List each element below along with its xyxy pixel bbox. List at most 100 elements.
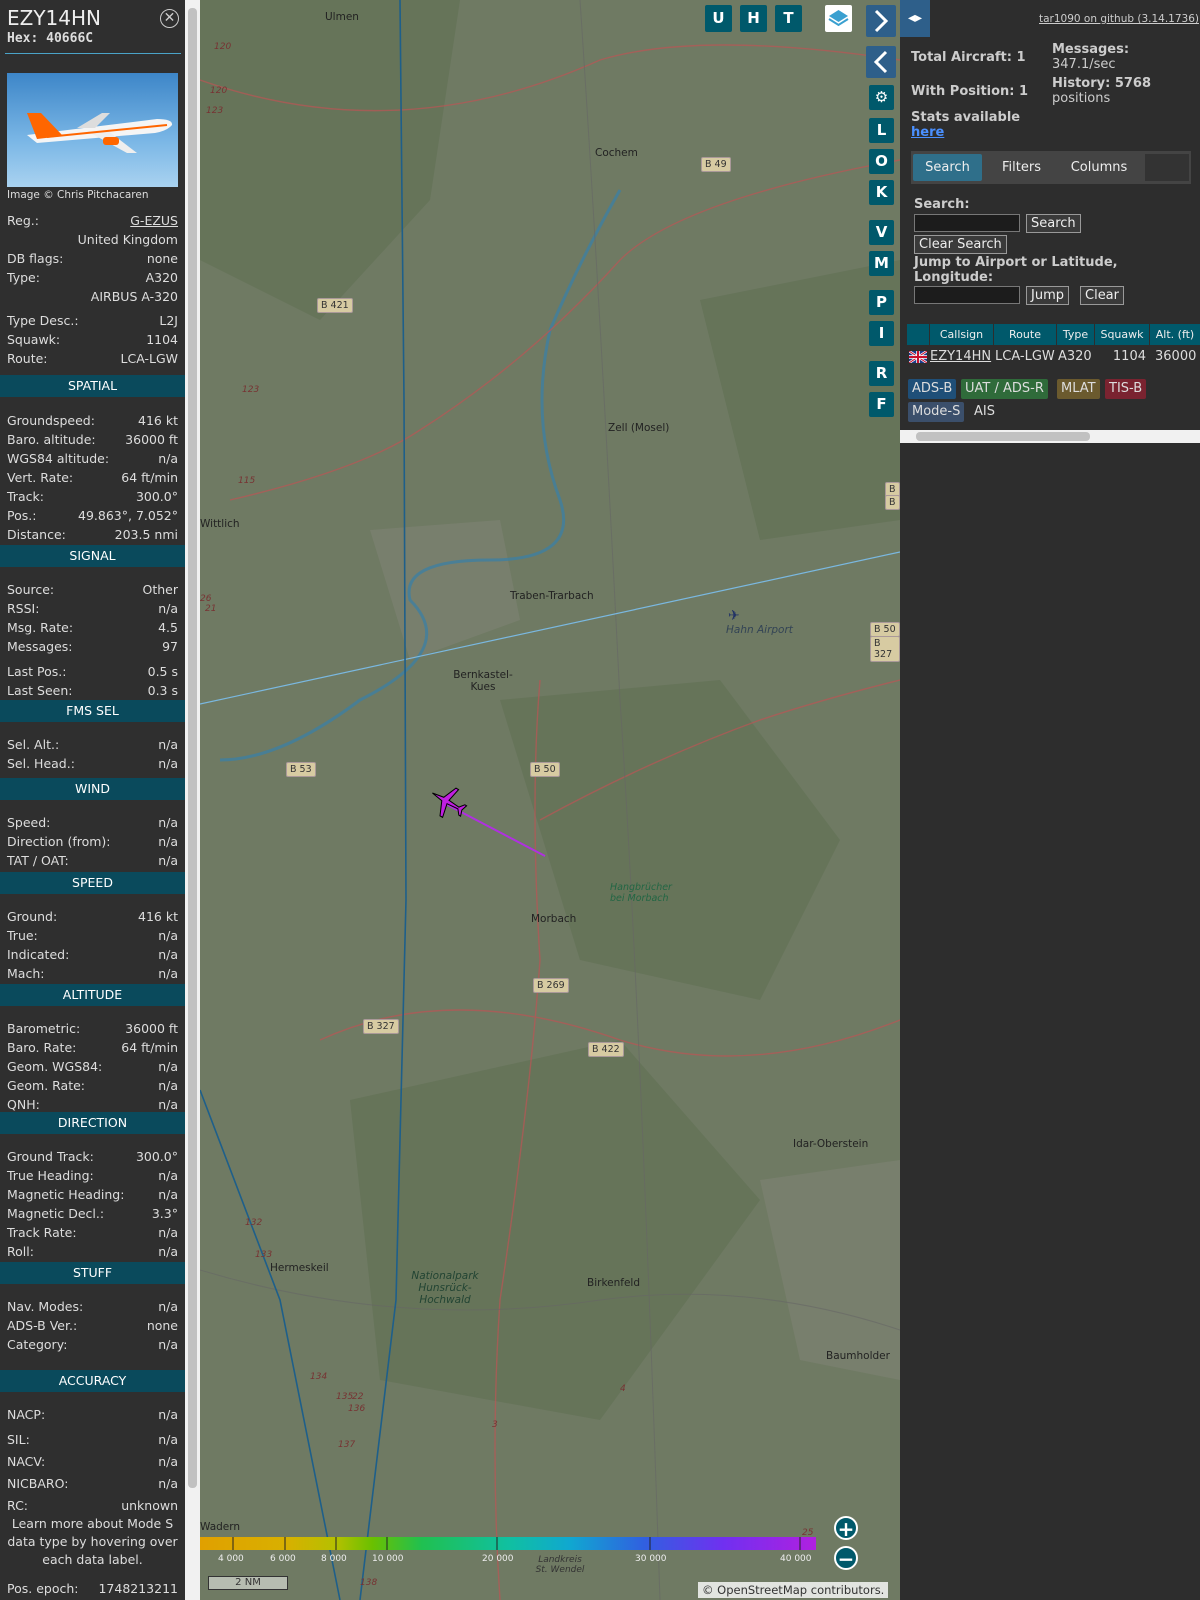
aircraft-icon[interactable] xyxy=(428,782,468,822)
tab-blank xyxy=(1145,154,1189,181)
side-button-r[interactable]: R xyxy=(869,361,894,386)
row-altitude: 36000 xyxy=(1155,349,1197,364)
info-value: 416 kt xyxy=(138,909,178,924)
pos-epoch-label: Pos. epoch: xyxy=(7,1581,79,1596)
info-scrollbar[interactable] xyxy=(185,0,200,1600)
tab-search[interactable]: Search xyxy=(913,154,982,181)
layer-button-h[interactable]: H xyxy=(740,5,767,32)
side-button-i[interactable]: I xyxy=(869,321,894,346)
info-row: RC: unknown xyxy=(7,1498,178,1516)
aircraft-photo[interactable] xyxy=(7,73,178,187)
info-key: Nav. Modes: xyxy=(7,1299,84,1314)
tab-filters[interactable]: Filters xyxy=(988,154,1055,181)
jump-button[interactable]: Jump xyxy=(1026,286,1069,305)
layer-button-u[interactable]: U xyxy=(705,5,732,32)
place-label: Hermeskeil xyxy=(270,1262,329,1274)
settings-gear-icon[interactable]: ⚙ xyxy=(869,85,894,110)
road-number: 21 xyxy=(205,604,217,614)
road-number: 123 xyxy=(242,385,260,395)
column-header-route[interactable]: Route xyxy=(994,324,1056,345)
info-key: Source: xyxy=(7,582,55,597)
info-key: WGS84 altitude: xyxy=(7,451,110,466)
close-icon[interactable]: ✕ xyxy=(160,9,179,28)
info-key: True: xyxy=(7,928,38,943)
toggle-sidebar-icon[interactable]: ◂▸ xyxy=(900,0,930,37)
side-button-k[interactable]: K xyxy=(869,180,894,205)
column-header-flag[interactable] xyxy=(907,324,929,345)
column-header-type[interactable]: Type xyxy=(1057,324,1094,345)
info-row: Type: A320 xyxy=(7,270,178,288)
source-chip-uat: UAT / ADS-R xyxy=(961,379,1048,399)
expand-right-icon[interactable] xyxy=(866,5,896,37)
info-value: n/a xyxy=(158,1078,178,1093)
place-label: Hangbrücher bei Morbach xyxy=(610,882,672,904)
zoom-in-button[interactable]: + xyxy=(834,1516,858,1540)
info-key: Last Seen: xyxy=(7,683,73,698)
info-row: Track Rate: n/a xyxy=(7,1225,178,1243)
info-key: TAT / OAT: xyxy=(7,853,69,868)
table-scroll-thumb[interactable] xyxy=(916,432,1090,441)
info-value: LCA-LGW xyxy=(120,351,179,366)
row-callsign[interactable]: EZY14HN xyxy=(930,349,991,364)
side-button-p[interactable]: P xyxy=(869,290,894,315)
search-button[interactable]: Search xyxy=(1026,214,1081,233)
info-value: 1104 xyxy=(146,332,178,347)
road-number: 138 xyxy=(360,1578,378,1588)
info-row: Squawk: 1104 xyxy=(7,332,178,350)
info-row: Route: LCA-LGW xyxy=(7,351,178,369)
clear-search-button[interactable]: Clear Search xyxy=(914,235,1007,254)
layer-button-t[interactable]: T xyxy=(775,5,802,32)
tab-columns[interactable]: Columns xyxy=(1059,154,1139,181)
info-value: n/a xyxy=(158,1432,178,1447)
column-header-altitude[interactable]: Alt. (ft) xyxy=(1150,324,1200,345)
info-value: n/a xyxy=(158,1244,178,1259)
info-key: Barometric: xyxy=(7,1021,81,1036)
map-attribution: © OpenStreetMap contributors. xyxy=(698,1582,889,1598)
side-button-f[interactable]: F xyxy=(869,392,894,417)
info-key: Reg.: xyxy=(7,213,39,228)
road-number: 133 xyxy=(255,1250,273,1260)
clear-jump-button[interactable]: Clear xyxy=(1080,286,1124,305)
jump-input[interactable] xyxy=(914,286,1020,304)
column-header-callsign[interactable]: Callsign xyxy=(930,324,993,345)
table-horizontal-scrollbar[interactable] xyxy=(900,430,1200,443)
info-key: Type Desc.: xyxy=(7,313,79,328)
info-row: Pos.: 49.863°, 7.052° xyxy=(7,508,178,526)
info-row: Vert. Rate: 64 ft/min xyxy=(7,470,178,488)
github-link[interactable]: tar1090 on github (3.14.1736) xyxy=(1039,13,1199,25)
column-header-squawk[interactable]: Squawk xyxy=(1095,324,1149,345)
road-number: 3 xyxy=(492,1420,498,1430)
place-label: Bernkastel-Kues xyxy=(453,669,513,693)
panel-tabs: Search Filters Columns xyxy=(911,151,1191,184)
side-button-m[interactable]: M xyxy=(869,251,894,276)
total-aircraft: Total Aircraft: 1 xyxy=(911,50,1026,65)
attribution-osm-link[interactable]: © OpenStreetMap xyxy=(702,1583,807,1597)
info-key: Track Rate: xyxy=(7,1225,77,1240)
info-scrollbar-thumb[interactable] xyxy=(188,8,197,1488)
side-button-v[interactable]: V xyxy=(869,220,894,245)
info-row: NACP: n/a xyxy=(7,1407,178,1425)
altitude-scale-label: 10 000 xyxy=(372,1554,404,1564)
info-key: Pos.: xyxy=(7,508,37,523)
source-chip-mlat: MLAT xyxy=(1057,379,1100,399)
stats-link[interactable]: here xyxy=(911,125,944,140)
search-input[interactable] xyxy=(914,214,1020,232)
info-key: Vert. Rate: xyxy=(7,470,74,485)
side-button-l[interactable]: L xyxy=(869,118,894,143)
info-value[interactable]: G-EZUS xyxy=(130,213,178,231)
info-row: Sel. Head.: n/a xyxy=(7,756,178,774)
place-label: Landkreis St. Wendel xyxy=(535,1555,585,1575)
info-key: Groundspeed: xyxy=(7,413,95,428)
layers-icon[interactable] xyxy=(825,5,852,32)
info-value: n/a xyxy=(158,1299,178,1314)
side-button-o[interactable]: O xyxy=(869,149,894,174)
collapse-left-icon[interactable] xyxy=(866,46,896,78)
info-key: Baro. Rate: xyxy=(7,1040,77,1055)
road-label: B 327 xyxy=(363,1019,399,1034)
row-type: A320 xyxy=(1058,349,1092,364)
section-header: WIND xyxy=(0,778,185,800)
zoom-out-button[interactable]: − xyxy=(834,1546,858,1570)
info-value: n/a xyxy=(158,1059,178,1074)
map-view[interactable]: Ulmen Cochem Zell (Mosel) Wittlich Trabe… xyxy=(200,0,900,1600)
info-value: n/a xyxy=(158,853,178,868)
